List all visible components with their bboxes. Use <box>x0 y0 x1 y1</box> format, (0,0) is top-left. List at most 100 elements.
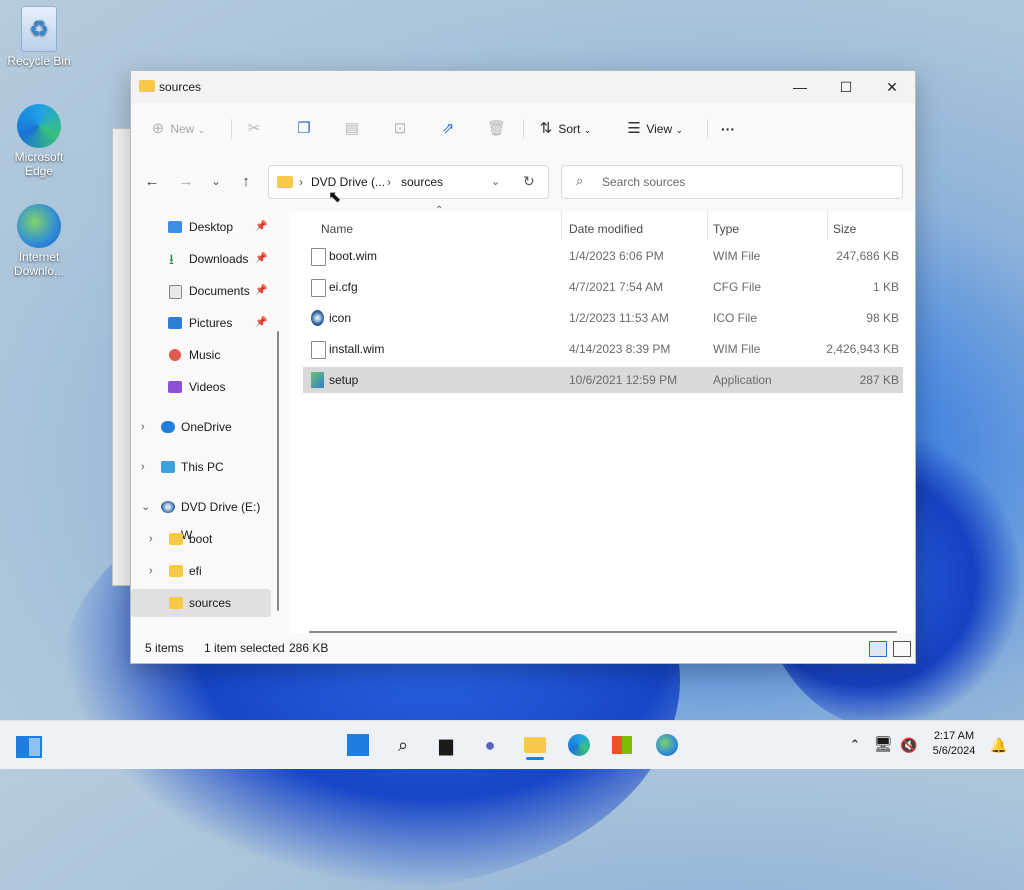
recent-locations-chevron-icon[interactable]: ⌄ <box>205 171 227 193</box>
sidebar-item-label: Desktop <box>189 220 234 234</box>
search-icon: ⌕ <box>576 173 584 188</box>
breadcrumb-chevron-icon: › <box>387 175 391 189</box>
file-icon <box>311 248 326 266</box>
sidebar-scrollbar[interactable] <box>277 331 279 611</box>
rename-icon: ⊡ <box>393 120 407 137</box>
internet-download-manager-taskbar-icon[interactable] <box>654 733 680 757</box>
network-icon[interactable]: 🖥 <box>870 733 896 757</box>
breadcrumb-chevron-icon: › <box>299 175 303 189</box>
desktop-icon-microsoft-edge[interactable]: Microsoft Edge <box>3 104 75 178</box>
column-header-size[interactable]: Size <box>833 217 856 241</box>
window-title: sources <box>159 80 202 94</box>
tiles-view-button[interactable] <box>893 641 911 657</box>
column-header-date[interactable]: Date modified <box>569 217 643 241</box>
sidebar-item-label: sources <box>189 596 232 610</box>
start-windows-icon[interactable] <box>345 733 371 757</box>
delete-button[interactable]: 🗑 <box>487 117 506 141</box>
search-icon[interactable]: ⌕ <box>390 733 416 757</box>
share-button[interactable]: ⇗ <box>439 117 457 141</box>
desktop-icon-recycle-bin[interactable]: ♻ Recycle Bin <box>3 6 75 68</box>
sidebar-item-onedrive[interactable]: › OneDrive <box>131 413 271 441</box>
column-header-type[interactable]: Type <box>713 217 739 241</box>
sidebar-item-sources[interactable]: sources <box>131 589 271 617</box>
sidebar-item-desktop[interactable]: Desktop 📌 <box>131 213 271 241</box>
chevron-right-icon: › <box>141 461 145 473</box>
sidebar-item-label: efi <box>189 564 202 578</box>
paste-button[interactable]: ▤ <box>343 117 361 141</box>
column-divider <box>827 211 828 241</box>
task-view-icon[interactable]: ▆ <box>433 733 459 757</box>
show-hidden-icons-chevron-icon[interactable]: ⌃ <box>842 733 868 757</box>
file-date: 1/4/2023 6:06 PM <box>569 249 664 263</box>
chat-icon[interactable]: ● <box>477 733 503 757</box>
file-type: CFG File <box>713 280 761 294</box>
sort-arrows-icon: ⇅ <box>539 120 553 137</box>
item-count: 5 items <box>145 641 184 655</box>
notification-bell-icon[interactable]: 🔔 <box>986 733 1012 757</box>
search-box[interactable]: ⌕ Search sources <box>561 165 903 199</box>
breadcrumb-dvd-drive[interactable]: DVD Drive (... <box>311 175 385 189</box>
pictures-icon <box>168 317 182 329</box>
sidebar-item-dvd-drive[interactable]: ⌄ DVD Drive (E:) W <box>131 493 271 542</box>
title-bar[interactable]: sources — ☐ ✕ <box>131 71 915 103</box>
navigation-pane: Desktop 📌 ⭳ Downloads 📌 Documents 📌 Pict… <box>131 211 281 633</box>
refresh-icon[interactable]: ↻ <box>523 173 535 190</box>
address-history-chevron-icon[interactable]: ⌄ <box>491 175 500 188</box>
column-header-name[interactable]: Name <box>321 217 353 241</box>
copy-button[interactable]: ❐ <box>295 117 313 141</box>
sidebar-item-downloads[interactable]: ⭳ Downloads 📌 <box>131 245 271 273</box>
rename-button[interactable]: ⊡ <box>391 117 409 141</box>
sort-indicator-icon: ⌃ <box>435 205 444 216</box>
table-row[interactable]: boot.wim 1/4/2023 6:06 PM WIM File 247,6… <box>303 243 903 269</box>
navigation-row: ← → ⌄ ↑ › DVD Drive (... › sources ⌄ ↻ ⌕… <box>131 155 915 211</box>
widgets-icon[interactable] <box>16 733 42 758</box>
more-options-button[interactable]: ··· <box>721 117 735 141</box>
maximize-button[interactable]: ☐ <box>823 71 869 103</box>
cut-button[interactable]: ✂ <box>245 117 263 141</box>
sidebar-item-videos[interactable]: Videos <box>131 373 271 401</box>
sidebar-item-efi[interactable]: › efi <box>131 557 271 585</box>
copy-icon: ❐ <box>297 120 311 137</box>
address-bar[interactable]: › DVD Drive (... › sources ⌄ ↻ <box>268 165 549 199</box>
file-explorer-taskbar-icon[interactable] <box>522 733 548 760</box>
desktop-icon-internet-download-manager[interactable]: Internet Downlo... <box>3 204 75 278</box>
chevron-down-icon: ⌄ <box>197 125 206 135</box>
desktop-icon-label: Internet Downlo... <box>13 250 65 278</box>
file-icon <box>311 279 326 297</box>
setup-application-icon <box>311 372 324 388</box>
file-type: Application <box>713 373 772 387</box>
globe-download-icon <box>17 204 61 248</box>
pin-icon: 📌 <box>255 317 268 328</box>
view-button[interactable]: ☰ View ⌄ <box>625 117 683 141</box>
sort-button[interactable]: ⇅ Sort ⌄ <box>537 117 592 141</box>
back-arrow-icon[interactable]: ← <box>141 171 163 193</box>
command-bar: ⊕ New ⌄ ✂ ❐ ▤ ⊡ ⇗ 🗑 ⇅ Sort ⌄ ☰ View ⌄ ··… <box>131 103 915 156</box>
clock-time: 2:17 AM <box>933 730 975 742</box>
sidebar-item-documents[interactable]: Documents 📌 <box>131 277 271 305</box>
chevron-right-icon: › <box>149 533 153 545</box>
table-row-selected[interactable]: setup 10/6/2021 12:59 PM Application 287… <box>303 367 903 393</box>
sidebar-item-pictures[interactable]: Pictures 📌 <box>131 309 271 337</box>
sidebar-item-label: This PC <box>181 460 224 474</box>
table-row[interactable]: ei.cfg 4/7/2021 7:54 AM CFG File 1 KB <box>303 274 903 300</box>
dvd-disc-icon <box>311 310 324 326</box>
breadcrumb-sources[interactable]: sources <box>401 175 443 189</box>
edge-taskbar-icon[interactable] <box>566 733 592 757</box>
minimize-button[interactable]: — <box>777 71 823 103</box>
new-button[interactable]: ⊕ New ⌄ <box>149 117 206 141</box>
forward-arrow-icon[interactable]: → <box>175 171 197 193</box>
close-button[interactable]: ✕ <box>869 71 915 103</box>
store-icon[interactable] <box>609 733 635 757</box>
sidebar-item-label: Documents <box>189 284 250 298</box>
sidebar-item-this-pc[interactable]: › This PC <box>131 453 271 481</box>
volume-muted-icon[interactable]: 🔇 <box>896 733 922 757</box>
scissors-icon: ✂ <box>247 120 261 137</box>
up-arrow-icon[interactable]: ↑ <box>235 171 257 193</box>
mouse-cursor-icon: ⬉ <box>328 189 342 206</box>
sidebar-item-boot[interactable]: › boot <box>131 525 271 553</box>
table-row[interactable]: install.wim 4/14/2023 8:39 PM WIM File 2… <box>303 336 903 362</box>
sidebar-item-music[interactable]: Music <box>131 341 271 369</box>
table-row[interactable]: icon 1/2/2023 11:53 AM ICO File 98 KB <box>303 305 903 331</box>
clock[interactable]: 2:17 AM 5/6/2024 <box>922 729 986 759</box>
details-view-button[interactable] <box>869 641 887 657</box>
